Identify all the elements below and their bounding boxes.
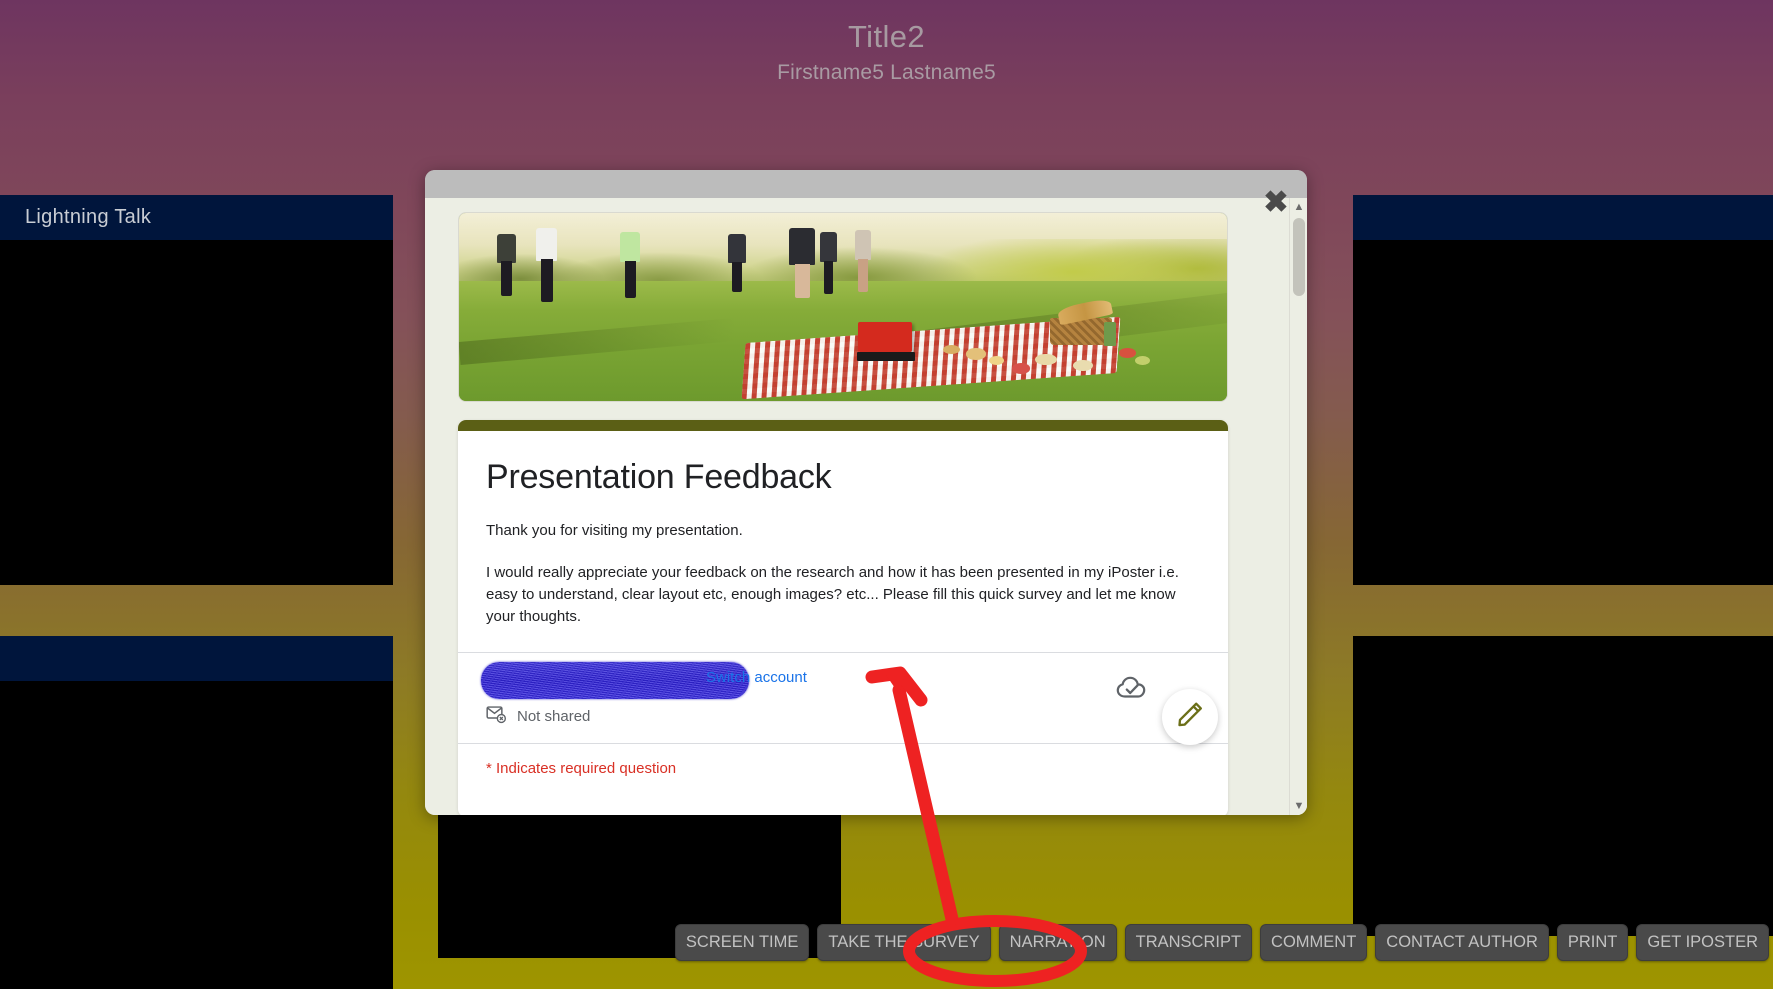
required-note-row: * Indicates required question	[458, 742, 1228, 815]
poster-header: Title2 Firstname5 Lastname5	[0, 18, 1773, 85]
close-icon[interactable]: ✖	[1259, 186, 1293, 220]
share-status-label: Not shared	[517, 708, 591, 726]
form-paragraph-2: I would really appreciate your feedback …	[486, 563, 1179, 625]
poster-panel-bottom-right[interactable]	[1353, 636, 1773, 936]
panel-title-lightning-talk: Lightning Talk	[25, 206, 152, 228]
toolbar-button-comment[interactable]: COMMENT	[1260, 923, 1368, 961]
panel-header-bar	[0, 636, 393, 681]
picnic-banner-image	[458, 212, 1228, 402]
toolbar-button-narration[interactable]: NARRATION	[998, 923, 1117, 961]
required-question-note: * Indicates required question	[486, 759, 677, 777]
share-status-row: Not shared	[486, 705, 1200, 729]
google-form-card: Presentation Feedback Thank you for visi…	[458, 420, 1228, 815]
toolbar-button-screen-time[interactable]: SCREEN TIME	[674, 923, 810, 961]
poster-panel-lightning-talk[interactable]: Lightning Talk	[0, 195, 393, 585]
modal-body: Presentation Feedback Thank you for visi…	[425, 198, 1307, 815]
panel-header-bar	[1353, 195, 1773, 240]
pencil-icon	[1176, 700, 1204, 733]
survey-modal: ✖ Presentation Feedback Thank you for vi…	[425, 170, 1307, 815]
modal-titlebar	[425, 170, 1307, 198]
toolbar-button-get-iposter[interactable]: GET IPOSTER	[1636, 923, 1769, 961]
account-email-line	[481, 661, 1200, 699]
not-shared-icon	[486, 705, 507, 729]
toolbar-button-print[interactable]: PRINT	[1556, 923, 1629, 961]
toolbar-button-take-the-survey[interactable]: TAKE THE SURVEY	[817, 923, 991, 961]
form-accent-bar	[458, 420, 1228, 431]
scrollbar-thumb[interactable]	[1293, 218, 1305, 296]
scroll-down-icon[interactable]: ▼	[1290, 797, 1307, 815]
modal-scrollbar[interactable]: ▲ ▼	[1289, 198, 1307, 815]
poster-panel-top-right[interactable]	[1353, 195, 1773, 585]
poster-toolbar: SCREEN TIME TAKE THE SURVEY NARRATION TR…	[674, 923, 1769, 961]
cloud-saved-icon	[1116, 675, 1150, 706]
form-paragraph-1: Thank you for visiting my presentation.	[486, 521, 743, 539]
toolbar-button-transcript[interactable]: TRANSCRIPT	[1124, 923, 1253, 961]
poster-panel-bottom-left[interactable]	[0, 636, 393, 989]
switch-account-link[interactable]: Switch account	[706, 669, 807, 686]
toolbar-button-contact-author[interactable]: CONTACT AUTHOR	[1375, 923, 1549, 961]
page-title: Title2	[847, 19, 926, 54]
account-row: Switch account Not shared	[458, 651, 1228, 745]
poster-author: Firstname5 Lastname5	[777, 60, 996, 84]
edit-form-fab-button[interactable]	[1162, 688, 1218, 745]
modal-scroll-content: Presentation Feedback Thank you for visi…	[425, 198, 1289, 815]
poster-page: Title2 Firstname5 Lastname5 Lightning Ta…	[0, 0, 1773, 989]
form-title: Presentation Feedback	[486, 458, 832, 496]
